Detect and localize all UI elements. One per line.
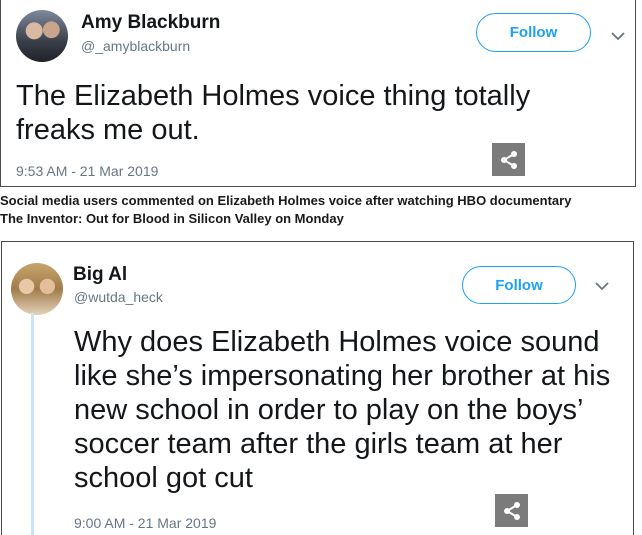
tweet-text: Why does Elizabeth Holmes voice sound li… [74,326,611,494]
tweet-author-name[interactable]: Big Al [73,264,127,286]
tweet-timestamp[interactable]: 9:00 AM - 21 Mar 2019 [74,515,216,531]
follow-button[interactable]: Follow [476,13,591,52]
avatar[interactable] [11,263,63,315]
share-icon[interactable] [492,143,525,176]
tweet-timestamp[interactable]: 9:53 AM - 21 Mar 2019 [16,163,158,179]
tweet-author-handle[interactable]: @_amyblackburn [81,38,190,54]
thread-line [31,313,34,535]
tweet-text: The Elizabeth Holmes voice thing totally… [16,80,531,146]
tweet-card-amy-blackburn: Amy Blackburn @_amyblackburn Follow The … [0,0,636,187]
share-icon[interactable] [495,494,528,527]
tweet-author-handle[interactable]: @wutda_heck [74,289,163,305]
caption-line-1: Social media users commented on Elizabet… [0,193,572,208]
article-caption: Social media users commented on Elizabet… [0,192,640,228]
chevron-down-icon[interactable] [594,280,610,292]
avatar[interactable] [16,10,68,62]
follow-button[interactable]: Follow [462,266,576,304]
caption-line-2: The Inventor: Out for Blood in Silicon V… [0,211,344,226]
chevron-down-icon[interactable] [610,30,626,42]
tweet-card-big-al: Big Al @wutda_heck Follow Why does Eliza… [1,241,634,535]
tweet-author-name[interactable]: Amy Blackburn [81,12,220,34]
